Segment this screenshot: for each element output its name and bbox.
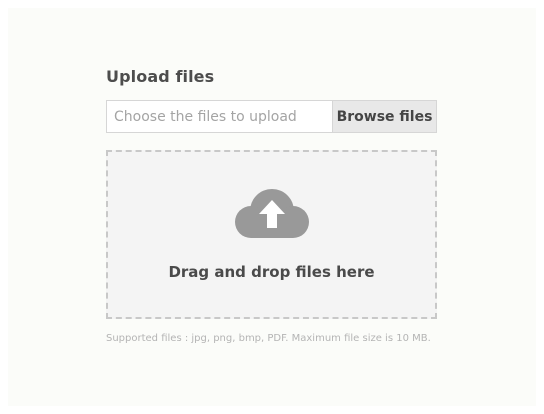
supported-files-note: Supported files : jpg, png, bmp, PDF. Ma… [106, 333, 431, 344]
browse-files-button[interactable]: Browse files [332, 101, 436, 132]
file-input-group: Browse files [106, 100, 437, 133]
drop-zone-label: Drag and drop files here [168, 263, 375, 281]
upload-heading: Upload files [106, 67, 215, 86]
upload-panel: Upload files Browse files Drag and drop … [8, 8, 536, 406]
cloud-upload-icon [235, 189, 309, 238]
drop-zone[interactable]: Drag and drop files here [106, 150, 437, 319]
file-path-input[interactable] [107, 101, 332, 132]
